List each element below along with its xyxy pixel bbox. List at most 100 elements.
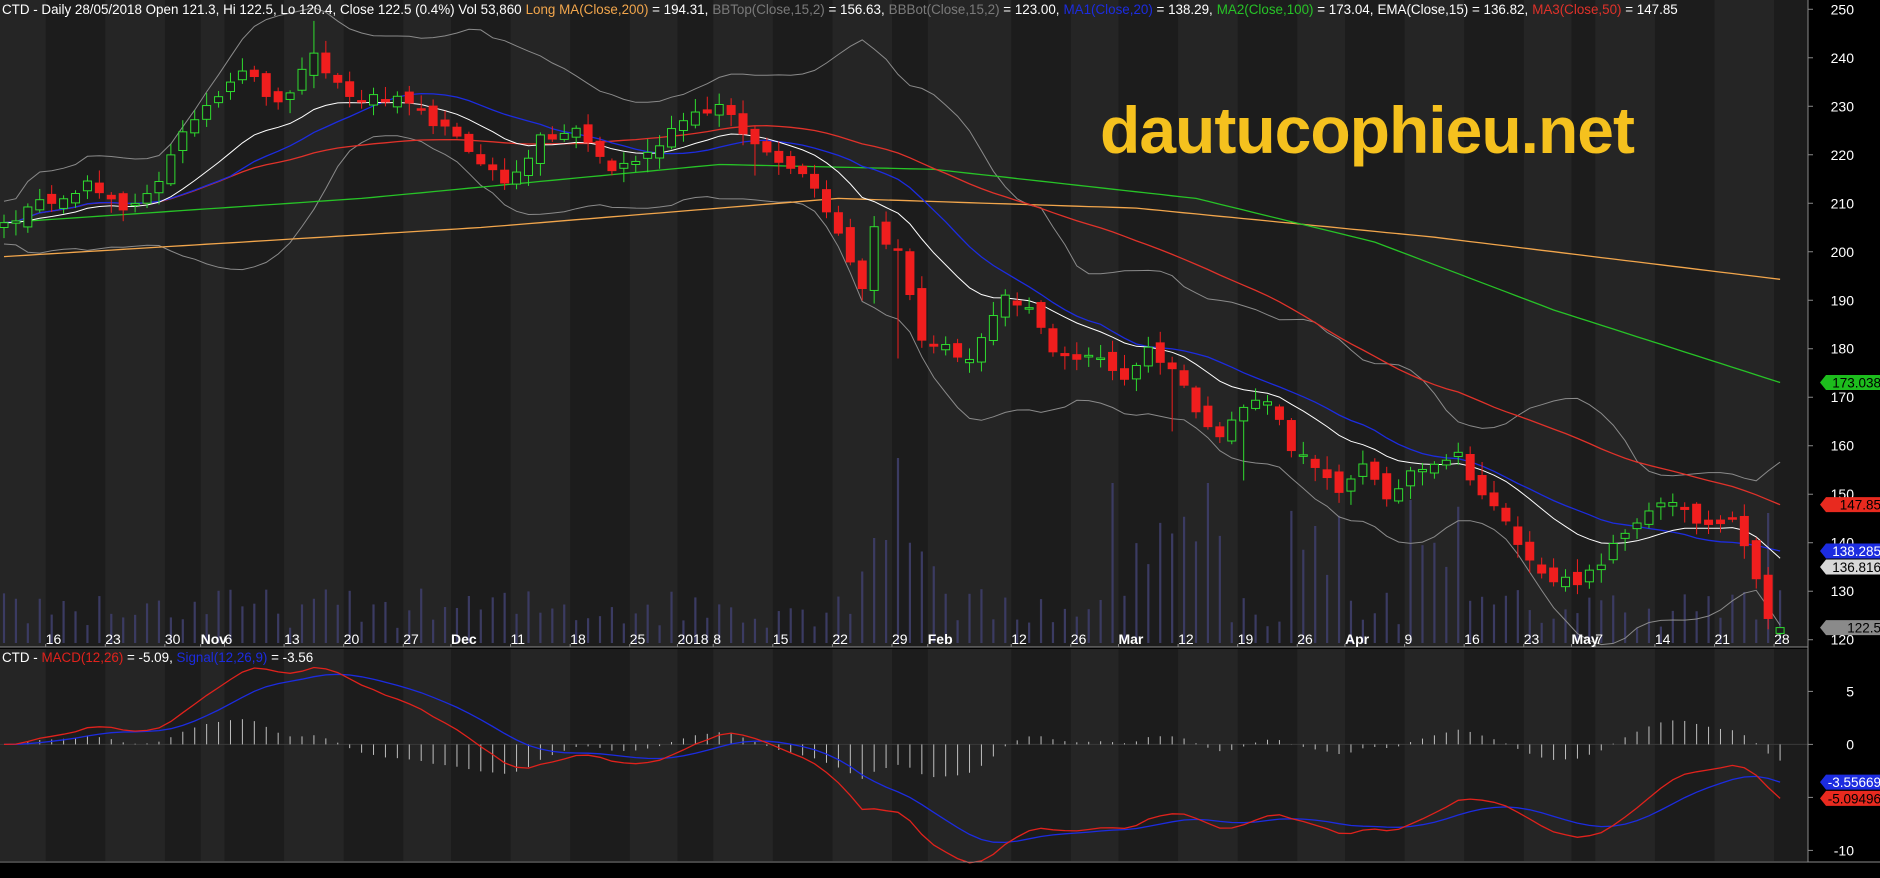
candle-body[interactable]: [1274, 406, 1284, 420]
candle-body[interactable]: [905, 251, 915, 296]
candle-body[interactable]: [845, 227, 855, 263]
candle-body[interactable]: [1096, 357, 1106, 360]
candle-body[interactable]: [392, 95, 402, 108]
candle-body[interactable]: [1155, 342, 1165, 363]
candle-body[interactable]: [130, 202, 140, 206]
candle-body[interactable]: [1298, 454, 1308, 457]
candle-body[interactable]: [1394, 488, 1404, 502]
candle-body[interactable]: [1489, 492, 1499, 507]
candle-body[interactable]: [512, 171, 522, 185]
candle-body[interactable]: [47, 193, 57, 204]
candle-body[interactable]: [178, 131, 188, 152]
candle-body[interactable]: [857, 260, 867, 290]
candle-body[interactable]: [1692, 503, 1702, 524]
candle-body[interactable]: [750, 128, 760, 145]
candle-body[interactable]: [1572, 571, 1582, 586]
candle-body[interactable]: [190, 119, 200, 134]
candle-body[interactable]: [357, 100, 367, 103]
candle-body[interactable]: [0, 222, 9, 229]
candle-body[interactable]: [237, 70, 247, 81]
candle-body[interactable]: [1429, 463, 1439, 474]
candle-body[interactable]: [154, 180, 164, 194]
candle-body[interactable]: [11, 220, 21, 224]
candle-body[interactable]: [82, 180, 92, 192]
candle-body[interactable]: [714, 103, 724, 116]
candle-body[interactable]: [1072, 354, 1082, 360]
candle-body[interactable]: [643, 151, 653, 159]
candle-body[interactable]: [702, 109, 712, 114]
candle-body[interactable]: [261, 73, 271, 97]
candle-body[interactable]: [1549, 567, 1559, 583]
candle-body[interactable]: [1263, 401, 1273, 406]
candle-body[interactable]: [786, 156, 796, 169]
candle-body[interactable]: [1417, 468, 1427, 473]
candle-body[interactable]: [655, 145, 665, 159]
candle-body[interactable]: [333, 74, 343, 83]
candle-body[interactable]: [321, 52, 331, 74]
candle-body[interactable]: [965, 358, 975, 364]
candle-body[interactable]: [1179, 370, 1189, 386]
candle-body[interactable]: [1251, 399, 1261, 409]
candle-body[interactable]: [798, 165, 808, 175]
candle-body[interactable]: [1656, 502, 1666, 508]
candle-body[interactable]: [1680, 506, 1690, 510]
candle-body[interactable]: [1441, 459, 1451, 466]
candle-body[interactable]: [1739, 515, 1749, 547]
candle-body[interactable]: [166, 154, 176, 185]
candle-body[interactable]: [547, 134, 557, 140]
candle-body[interactable]: [595, 140, 605, 157]
candle-body[interactable]: [94, 182, 104, 194]
candle-body[interactable]: [1048, 328, 1058, 353]
candle-body[interactable]: [1465, 454, 1475, 481]
candle-body[interactable]: [738, 113, 748, 135]
candle-body[interactable]: [1286, 420, 1296, 452]
candle-body[interactable]: [416, 108, 426, 111]
candle-body[interactable]: [71, 192, 81, 204]
candle-body[interactable]: [225, 81, 235, 93]
candle-body[interactable]: [1668, 502, 1678, 507]
candle-body[interactable]: [476, 154, 486, 165]
candle-body[interactable]: [1119, 368, 1129, 380]
candle-body[interactable]: [678, 120, 688, 132]
candle-body[interactable]: [464, 133, 474, 152]
candle-body[interactable]: [285, 92, 295, 100]
candle-body[interactable]: [428, 105, 438, 127]
candle-body[interactable]: [810, 173, 820, 189]
candle-body[interactable]: [273, 91, 283, 103]
candle-body[interactable]: [1167, 362, 1177, 370]
candle-body[interactable]: [1322, 469, 1332, 479]
candle-body[interactable]: [500, 169, 510, 184]
candle-body[interactable]: [106, 194, 116, 200]
candle-body[interactable]: [1191, 387, 1201, 413]
candle-body[interactable]: [488, 164, 498, 171]
candle-body[interactable]: [404, 91, 414, 104]
candle-body[interactable]: [380, 99, 390, 103]
candle-body[interactable]: [297, 68, 307, 91]
candle-body[interactable]: [1382, 473, 1392, 500]
candle-body[interactable]: [1763, 574, 1773, 619]
candle-body[interactable]: [559, 132, 569, 140]
candle-body[interactable]: [1453, 451, 1463, 458]
candle-body[interactable]: [523, 157, 533, 177]
candle-body[interactable]: [1143, 346, 1153, 367]
candle-body[interactable]: [1334, 471, 1344, 493]
candle-body[interactable]: [1203, 405, 1213, 428]
candle-body[interactable]: [1239, 406, 1249, 422]
candle-body[interactable]: [535, 134, 545, 164]
candle-body[interactable]: [142, 193, 152, 204]
candle-body[interactable]: [881, 221, 891, 245]
candle-body[interactable]: [833, 212, 843, 234]
candle-body[interactable]: [1620, 532, 1630, 539]
candle-body[interactable]: [607, 160, 617, 172]
candle-body[interactable]: [583, 124, 593, 143]
candle-body[interactable]: [1036, 302, 1046, 328]
candle-body[interactable]: [1715, 519, 1725, 525]
candle-body[interactable]: [929, 343, 939, 347]
candle-body[interactable]: [345, 81, 355, 97]
candle-body[interactable]: [1346, 478, 1356, 492]
candle-body[interactable]: [1000, 294, 1010, 318]
candle-body[interactable]: [821, 189, 831, 213]
candle-body[interactable]: [1584, 569, 1594, 583]
candle-body[interactable]: [988, 315, 998, 342]
candle-body[interactable]: [893, 248, 903, 251]
